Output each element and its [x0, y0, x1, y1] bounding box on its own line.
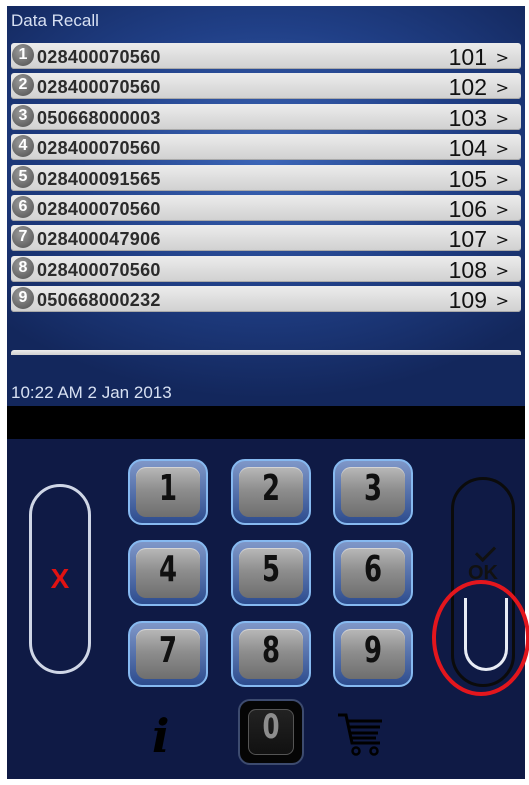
key-digit: 1	[158, 468, 178, 509]
chevron-right-icon: >	[495, 48, 509, 67]
key-digit: 5	[261, 549, 281, 590]
recall-row-6[interactable]: 6 028400070560 106 >	[11, 194, 521, 222]
key-4[interactable]: 4	[128, 540, 208, 606]
row-index-badge: 4	[12, 135, 34, 158]
screen-bezel	[7, 406, 525, 439]
key-8[interactable]: 8	[231, 621, 311, 687]
row-index-badge: 6	[12, 195, 34, 218]
key-9[interactable]: 9	[333, 621, 413, 687]
timestamp: 10:22 AM 2 Jan 2013	[11, 383, 172, 402]
cancel-label: X	[50, 563, 70, 594]
recall-row-5[interactable]: 5 028400091565 105 >	[11, 164, 521, 192]
key-6[interactable]: 6	[333, 540, 413, 606]
chevron-right-icon: >	[495, 230, 509, 250]
chevron-right-icon: >	[495, 291, 509, 311]
row-index-badge: 8	[12, 256, 34, 279]
key-digit: 0	[262, 707, 280, 747]
cart-icon[interactable]	[336, 711, 386, 759]
row-barcode: 028400070560	[37, 138, 161, 159]
row-barcode: 028400070560	[37, 77, 161, 98]
key-1[interactable]: 1	[128, 459, 208, 525]
key-digit: 6	[363, 549, 383, 590]
recall-row-partial[interactable]	[11, 350, 521, 355]
key-7[interactable]: 7	[128, 621, 208, 687]
key-digit: 4	[158, 549, 178, 590]
key-digit: 8	[261, 630, 281, 671]
chevron-right-icon: >	[495, 169, 509, 189]
row-number: 106	[448, 195, 487, 222]
row-index-badge: 9	[12, 287, 34, 310]
row-barcode: 028400047906	[37, 229, 161, 250]
row-index-badge: 2	[12, 74, 34, 97]
row-barcode: 028400070560	[37, 198, 161, 219]
ok-button[interactable]: OK	[451, 477, 515, 687]
key-5[interactable]: 5	[231, 540, 311, 606]
recall-row-9[interactable]: 9 050668000232 109 >	[11, 286, 521, 314]
key-2[interactable]: 2	[231, 459, 311, 525]
row-index-badge: 3	[12, 104, 34, 127]
row-index-badge: 7	[12, 226, 34, 249]
row-index-badge: 1	[12, 44, 34, 66]
key-digit: 3	[363, 468, 383, 509]
row-number: 102	[448, 74, 487, 101]
display-screen: Data Recall 1 028400070560 101 > 2 02840…	[7, 6, 525, 406]
row-number: 101	[448, 44, 487, 70]
row-barcode: 028400070560	[37, 47, 161, 67]
row-barcode: 028400091565	[37, 168, 161, 189]
screen-title: Data Recall	[11, 11, 99, 30]
row-barcode: 050668000232	[37, 290, 161, 311]
chevron-right-icon: >	[495, 139, 509, 159]
recall-row-3[interactable]: 3 050668000003 103 >	[11, 103, 521, 131]
key-digit: 7	[158, 630, 178, 671]
keypad-panel: X 1 2 3 4 5 6 7 8 9 OK i 0	[7, 439, 529, 779]
cancel-button[interactable]: X	[29, 484, 91, 674]
checkmark-icon	[474, 540, 497, 563]
row-barcode: 050668000003	[37, 107, 161, 128]
recall-list: 1 028400070560 101 > 2 028400070560 102 …	[11, 43, 521, 317]
row-number: 103	[448, 104, 487, 131]
row-number: 105	[448, 165, 487, 192]
chevron-right-icon: >	[495, 108, 509, 128]
chevron-right-icon: >	[495, 260, 509, 280]
row-barcode: 028400070560	[37, 259, 161, 280]
row-number: 108	[448, 256, 487, 283]
recall-row-7[interactable]: 7 028400047906 107 >	[11, 225, 521, 253]
row-number: 107	[448, 226, 487, 253]
row-number: 109	[448, 287, 487, 314]
recall-row-8[interactable]: 8 028400070560 108 >	[11, 255, 521, 283]
recall-row-2[interactable]: 2 028400070560 102 >	[11, 73, 521, 101]
chevron-right-icon: >	[495, 199, 509, 219]
key-3[interactable]: 3	[333, 459, 413, 525]
ok-button-inner-outline	[464, 598, 508, 671]
key-digit: 9	[363, 630, 383, 671]
recall-row-4[interactable]: 4 028400070560 104 >	[11, 134, 521, 162]
chevron-right-icon: >	[495, 78, 509, 98]
ok-label: OK	[468, 562, 498, 584]
row-number: 104	[448, 135, 487, 162]
info-icon[interactable]: i	[152, 709, 169, 763]
key-digit: 2	[261, 468, 281, 509]
key-0[interactable]: 0	[238, 699, 304, 765]
row-index-badge: 5	[12, 165, 34, 188]
recall-row-1[interactable]: 1 028400070560 101 >	[11, 43, 521, 70]
